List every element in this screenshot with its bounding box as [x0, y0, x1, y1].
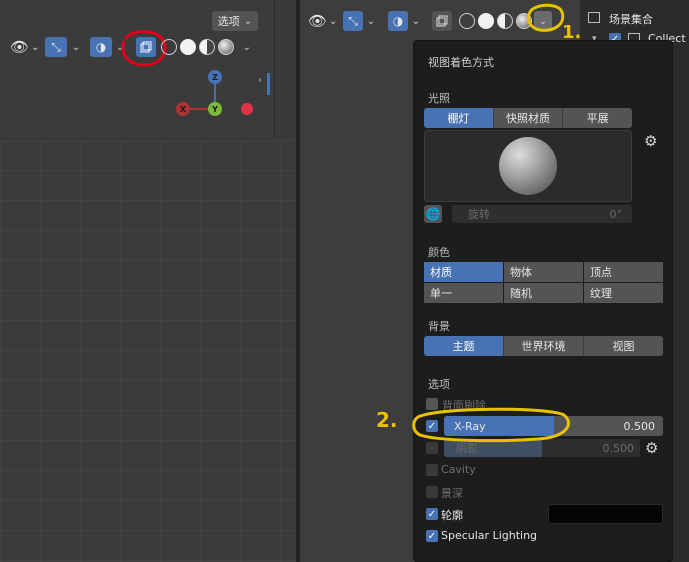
lighting-flat[interactable]: 平展: [563, 108, 633, 128]
rotation-value: 0°: [609, 207, 623, 221]
gizmo-dropdown[interactable]: ⌄: [364, 11, 378, 31]
axis-x[interactable]: X: [176, 102, 190, 116]
lighting-label: 光照: [428, 92, 450, 105]
gizmo-toggle[interactable]: ⤡: [45, 37, 67, 57]
color-label: 颜色: [428, 246, 450, 259]
annotation-circle-2: [412, 407, 570, 443]
world-space-lighting-toggle[interactable]: 🌐: [424, 205, 442, 223]
depth-of-field-label: 景深: [441, 487, 463, 500]
cavity-label: Cavity: [441, 463, 476, 476]
rotation-field[interactable]: 旋转 0°: [452, 205, 632, 223]
overlays-toggle[interactable]: ◑: [388, 11, 408, 31]
options-dropdown[interactable]: 选项 ⌄: [212, 11, 258, 31]
studio-light-preview[interactable]: [424, 130, 632, 202]
options-section-label: 选项: [428, 378, 450, 391]
background-theme[interactable]: 主题: [424, 336, 504, 356]
gizmo-icon: ⤡: [348, 13, 358, 28]
scene-collection-label[interactable]: 场景集合: [609, 11, 653, 27]
wireframe-shading-icon[interactable]: [459, 13, 475, 29]
axis-x-label: X: [179, 104, 187, 114]
color-vertex[interactable]: 顶点: [584, 262, 663, 282]
chevron-down-icon: ⌄: [366, 15, 376, 27]
shading-mode-group[interactable]: [459, 13, 533, 29]
rotation-label: 旋转: [468, 208, 490, 221]
chevron-down-icon: ⌄: [31, 41, 40, 53]
overlays-icon: ◑: [95, 40, 107, 54]
lighting-matcap[interactable]: 快照材质: [493, 108, 564, 128]
preview-sphere: [499, 137, 557, 195]
visibility-dropdown[interactable]: 👁 ⌄: [308, 11, 340, 31]
shadow-value: 0.500: [602, 441, 635, 455]
sidebar-tab[interactable]: [267, 73, 270, 95]
popover-title: 视图着色方式: [428, 56, 494, 69]
outline-color-swatch[interactable]: [548, 504, 663, 524]
eye-icon: 👁: [10, 38, 30, 56]
xray-value: 0.500: [623, 419, 656, 433]
options-label: 选项: [217, 15, 240, 28]
visibility-dropdown[interactable]: 👁 ⌄: [10, 37, 40, 57]
chevron-down-icon: ⌄: [243, 15, 253, 27]
specular-lighting-label: Specular Lighting: [441, 529, 538, 542]
gizmo-dropdown[interactable]: ⌄: [68, 37, 84, 57]
axis-y[interactable]: Y: [208, 102, 222, 116]
solid-shading-icon[interactable]: [179, 39, 196, 55]
rendered-shading-icon[interactable]: [217, 39, 234, 55]
left-viewport-grid: [0, 140, 296, 562]
gear-icon[interactable]: ⚙: [645, 439, 658, 457]
solid-shading-icon[interactable]: [478, 13, 494, 29]
overlays-toggle[interactable]: ◑: [90, 37, 112, 57]
chevron-down-icon: ⌄: [329, 15, 338, 27]
color-mode-selector[interactable]: 材质 物体 顶点 单一 随机 纹理: [424, 262, 663, 303]
xray-icon: [436, 15, 448, 27]
overlays-icon: ◑: [392, 14, 404, 28]
chevron-down-icon: ⌄: [411, 15, 421, 27]
color-object[interactable]: 物体: [504, 262, 583, 282]
gear-icon[interactable]: ⚙: [644, 132, 657, 150]
specular-lighting-checkbox[interactable]: ✓: [426, 530, 438, 542]
color-material[interactable]: 材质: [424, 262, 503, 282]
gizmo-icon: ⤡: [51, 39, 61, 54]
wireframe-shading-icon[interactable]: [161, 39, 177, 55]
color-texture[interactable]: 纹理: [584, 283, 663, 303]
axis-z[interactable]: Z: [208, 70, 222, 84]
outline-checkbox[interactable]: ✓: [426, 508, 438, 520]
chevron-down-icon[interactable]: ⌄: [243, 42, 251, 53]
lighting-mode-selector[interactable]: 棚灯 快照材质 平展: [424, 108, 633, 128]
xray-toggle-button[interactable]: [432, 11, 452, 31]
globe-icon: 🌐: [425, 207, 441, 221]
material-shading-icon[interactable]: [198, 39, 215, 55]
cavity-checkbox[interactable]: [426, 464, 438, 476]
depth-of-field-checkbox[interactable]: [426, 486, 438, 498]
background-mode-selector[interactable]: 主题 世界环境 视图: [424, 336, 663, 356]
outline-label: 轮廓: [441, 509, 463, 522]
annotation-step-2: 2.: [376, 408, 398, 432]
background-viewport[interactable]: 视图: [584, 336, 663, 356]
shading-mode-group[interactable]: ⌄: [161, 39, 251, 55]
axis-z-label: Z: [212, 72, 218, 82]
eye-icon: 👁: [308, 12, 328, 30]
chevron-down-icon: ⌄: [71, 41, 81, 53]
overlays-dropdown[interactable]: ⌄: [409, 11, 423, 31]
axis-negative-dot[interactable]: [241, 103, 253, 115]
axis-y-label: Y: [212, 104, 218, 114]
background-world[interactable]: 世界环境: [504, 336, 584, 356]
color-single[interactable]: 单一: [424, 283, 503, 303]
gizmo-toggle[interactable]: ⤡: [343, 11, 363, 31]
material-shading-icon[interactable]: [497, 13, 513, 29]
lighting-studio[interactable]: 棚灯: [424, 108, 494, 128]
background-label: 背景: [428, 320, 450, 333]
collection-icon: [588, 12, 600, 23]
color-random[interactable]: 随机: [504, 283, 583, 303]
